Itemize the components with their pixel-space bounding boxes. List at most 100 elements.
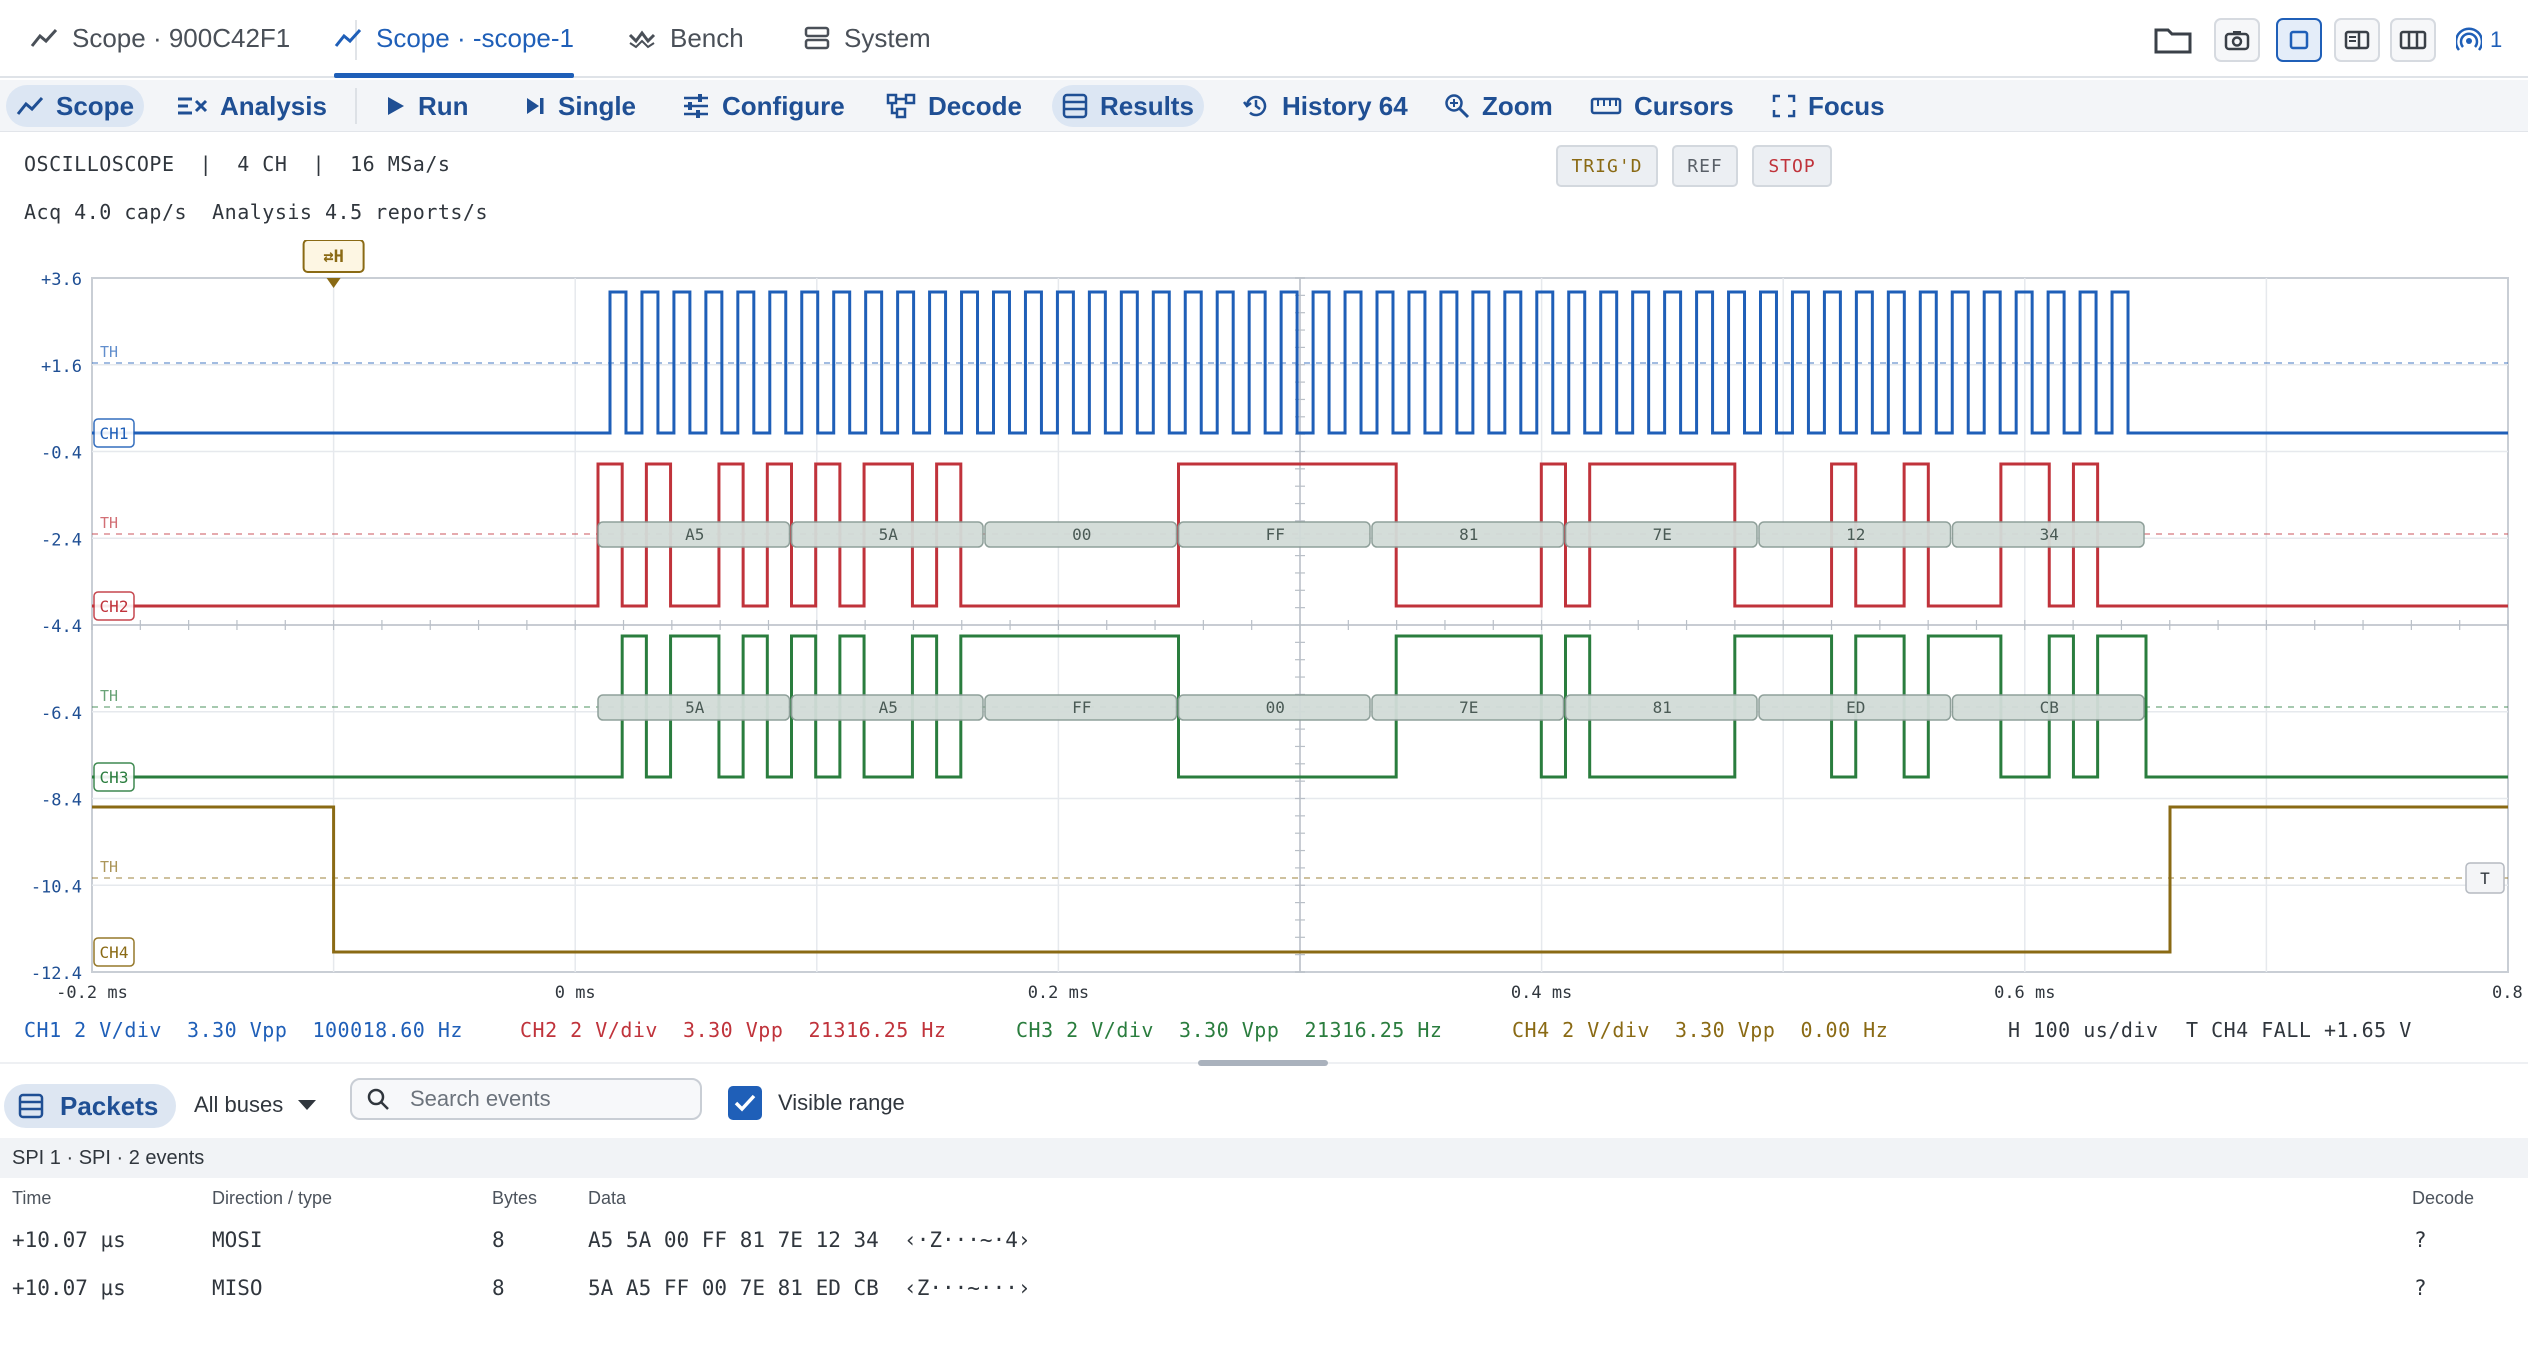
- list-icon: [18, 1093, 44, 1119]
- ch4-status[interactable]: CH4 2 V/div 3.30 Vpp 0.00 Hz: [1512, 1018, 1888, 1042]
- tab-label: Bench: [670, 22, 744, 53]
- mosi-byte-label: 00: [1072, 525, 1091, 544]
- bus-filter-value: All buses: [194, 1092, 284, 1117]
- tab-scope-1[interactable]: Scope · -scope-1: [334, 0, 574, 78]
- y-tick-label: -2.4: [41, 530, 82, 550]
- search-input[interactable]: [408, 1085, 698, 1113]
- mosi-byte-label: 81: [1459, 525, 1478, 544]
- y-tick-label: -4.4: [41, 617, 82, 637]
- channel-label-2[interactable]: CH2: [93, 591, 135, 621]
- cursors-button[interactable]: Cursors: [1580, 85, 1744, 127]
- row-direction: MISO: [212, 1276, 263, 1300]
- server-icon: [804, 26, 830, 50]
- visible-range-checkbox[interactable]: [728, 1086, 762, 1120]
- column-bytes[interactable]: Bytes: [492, 1188, 537, 1209]
- y-tick-label: -8.4: [41, 791, 82, 811]
- columns-icon: [2399, 30, 2427, 50]
- focus-button[interactable]: Focus: [1762, 85, 1895, 127]
- packet-group-header[interactable]: SPI 1 · SPI · 2 events: [0, 1138, 2528, 1178]
- results-button[interactable]: Results: [1052, 85, 1204, 127]
- decode-button[interactable]: Decode: [876, 85, 1032, 127]
- screenshot-button[interactable]: [2214, 18, 2260, 62]
- x-tick-label: 0.6 ms: [1994, 983, 2055, 1003]
- tab-label: System: [844, 22, 931, 53]
- packets-tab[interactable]: Packets: [4, 1084, 177, 1128]
- horizontal-trigger-label: ⇄H: [323, 247, 343, 267]
- threshold-label: TH: [100, 858, 118, 876]
- tool-label: Focus: [1808, 90, 1885, 121]
- stop-button[interactable]: STOP: [1752, 145, 1832, 187]
- x-tick-label: 0 ms: [555, 983, 596, 1003]
- miso-byte-label: ED: [1846, 698, 1865, 717]
- tab-bench[interactable]: Bench: [628, 0, 744, 76]
- open-folder-button[interactable]: [2150, 18, 2196, 62]
- column-decode[interactable]: Decode: [2412, 1188, 2474, 1209]
- tool-label: Run: [418, 90, 469, 121]
- miso-byte-label: CB: [2040, 698, 2059, 717]
- bus-filter-select[interactable]: All buses: [194, 1092, 317, 1118]
- y-tick-label: -12.4: [31, 964, 82, 984]
- channel-label-3[interactable]: CH3: [93, 762, 135, 792]
- row-decode: ?: [2414, 1276, 2427, 1300]
- column-time[interactable]: Time: [12, 1188, 51, 1209]
- y-tick-label: -10.4: [31, 877, 82, 897]
- channel-name: CH2: [100, 597, 129, 616]
- tab-bar: Scope · 900C42F1 Scope · -scope-1 Bench …: [0, 0, 2528, 78]
- single-button[interactable]: Single: [514, 85, 646, 127]
- channel-label-1[interactable]: CH1: [93, 418, 135, 448]
- y-tick-label: +3.6: [41, 270, 82, 290]
- active-tab-indicator: [334, 73, 574, 78]
- tool-label: Results: [1100, 90, 1194, 121]
- tab-system[interactable]: System: [804, 0, 931, 76]
- trigger-setting[interactable]: T CH4 FALL +1.65 V: [2186, 1018, 2412, 1042]
- ref-button[interactable]: REF: [1672, 145, 1738, 187]
- mosi-byte-label: 7E: [1653, 525, 1672, 544]
- step-icon: [527, 98, 544, 114]
- layout-split-button[interactable]: [2334, 18, 2380, 62]
- threshold-label: TH: [100, 687, 118, 705]
- sliders-icon: [684, 94, 708, 118]
- scope-display[interactable]: +3.6 +1.6 -0.4 -2.4 -4.4 -6.4 -8.4 -10.4 -12.4 -…: [0, 240, 2528, 1008]
- search-box[interactable]: [350, 1078, 702, 1120]
- ch3-status[interactable]: CH3 2 V/div 3.30 Vpp 21316.25 Hz: [1016, 1018, 1442, 1042]
- connections-indicator[interactable]: 1: [2456, 22, 2502, 58]
- folder-icon: [2154, 28, 2192, 54]
- miso-byte-label: FF: [1072, 698, 1091, 717]
- scope-mode-info: OSCILLOSCOPE | 4 CH | 16 MSa/s: [24, 152, 451, 176]
- tab-label: Scope · 900C42F1: [72, 22, 291, 53]
- history-button[interactable]: History 64: [1232, 85, 1418, 127]
- configure-button[interactable]: Configure: [672, 85, 855, 127]
- row-bytes: 8: [492, 1276, 505, 1300]
- ch1-status[interactable]: CH1 2 V/div 3.30 Vpp 100018.60 Hz: [24, 1018, 463, 1042]
- acquisition-rate-info: Acq 4.0 cap/s Analysis 4.5 reports/s: [24, 200, 489, 224]
- row-data: A5 5A 00 FF 81 7E 12 34 ‹·Z···~·4›: [588, 1228, 1031, 1252]
- mosi-byte-label: FF: [1266, 525, 1285, 544]
- visible-range-label: Visible range: [778, 1090, 905, 1115]
- y-tick-label: -0.4: [41, 444, 82, 464]
- tool-label: Cursors: [1634, 90, 1734, 121]
- channel-label-4[interactable]: CH4: [93, 937, 135, 967]
- column-data[interactable]: Data: [588, 1188, 626, 1209]
- layout-columns-button[interactable]: [2390, 18, 2436, 62]
- panel-resize-handle[interactable]: [1198, 1060, 1328, 1066]
- ch2-status[interactable]: CH2 2 V/div 3.30 Vpp 21316.25 Hz: [520, 1018, 946, 1042]
- mosi-byte-label: A5: [685, 525, 704, 544]
- zoom-icon: [1445, 94, 1470, 119]
- tab-scope-900c42f1[interactable]: Scope · 900C42F1: [30, 0, 290, 76]
- horizontal-scale[interactable]: H 100 us/div: [2008, 1018, 2159, 1042]
- x-axis-ticks: -0.2 ms 0 ms 0.2 ms 0.4 ms 0.6 ms 0.8 ms: [56, 983, 2528, 1003]
- miso-byte-label: 00: [1266, 698, 1285, 717]
- column-direction[interactable]: Direction / type: [212, 1188, 332, 1209]
- row-decode: ?: [2414, 1228, 2427, 1252]
- layout-single-button[interactable]: [2276, 18, 2322, 62]
- zoom-button[interactable]: Zoom: [1434, 85, 1563, 127]
- run-button[interactable]: Run: [374, 85, 479, 127]
- miso-byte-label: 5A: [685, 698, 705, 717]
- split-pane-icon: [2344, 30, 2370, 50]
- row-time: +10.07 µs: [12, 1228, 126, 1252]
- trend-icon: [16, 96, 44, 115]
- analysis-tool-button[interactable]: Analysis: [166, 85, 337, 127]
- mosi-byte-label: 12: [1846, 525, 1865, 544]
- decode-icon: [886, 93, 916, 119]
- scope-tool-button[interactable]: Scope: [6, 85, 145, 127]
